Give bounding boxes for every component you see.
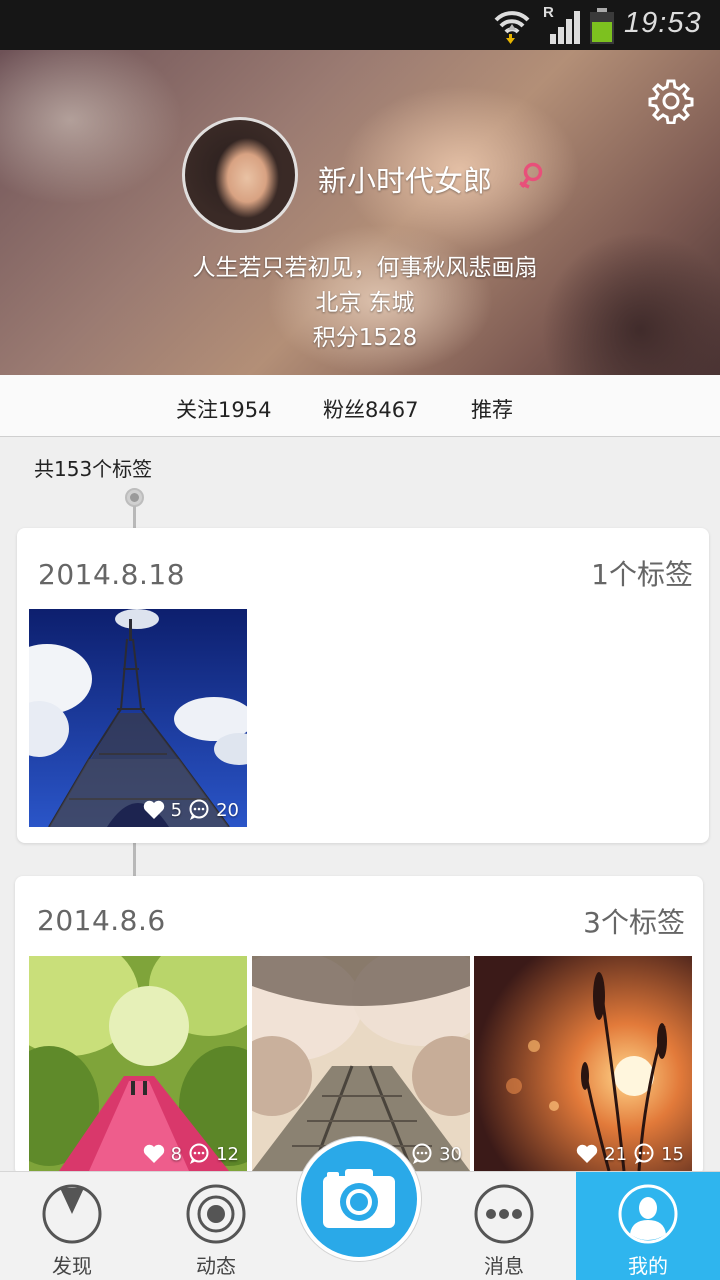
gear-icon[interactable] bbox=[648, 78, 694, 124]
profile-location: 北京 东城 bbox=[315, 290, 415, 316]
followers-link[interactable]: 粉丝8467 bbox=[323, 394, 418, 424]
user-icon bbox=[618, 1184, 678, 1244]
camera-button[interactable] bbox=[297, 1137, 421, 1261]
female-gender-icon bbox=[519, 162, 543, 189]
recommend-link[interactable]: 推荐 bbox=[471, 394, 513, 424]
following-link[interactable]: 关注1954 bbox=[176, 394, 271, 424]
card-date: 2014.8.18 bbox=[38, 558, 186, 591]
timeline-line bbox=[133, 506, 136, 528]
avatar[interactable] bbox=[182, 117, 298, 233]
sunset-grass-image bbox=[474, 956, 692, 1171]
comment-icon bbox=[189, 799, 209, 820]
photo-stats: 5 20 bbox=[143, 799, 239, 821]
wifi-icon bbox=[494, 11, 530, 44]
profile-points: 积分1528 bbox=[312, 325, 418, 351]
photo-stats: 21 15 bbox=[576, 1143, 684, 1165]
timeline-line bbox=[133, 843, 136, 876]
target-icon bbox=[186, 1184, 246, 1244]
comment-count: 12 bbox=[216, 1143, 239, 1165]
comment-icon bbox=[189, 1143, 209, 1164]
heart-icon bbox=[143, 800, 164, 819]
like-count: 8 bbox=[170, 1143, 183, 1165]
clock: 19:53 bbox=[624, 7, 702, 39]
card-tag-count: 1个标签 bbox=[591, 558, 693, 591]
status-bar: R 19:53 bbox=[0, 0, 720, 50]
camera-icon bbox=[323, 1169, 395, 1228]
nav-activity-label: 动态 bbox=[196, 1254, 236, 1278]
signal-icon bbox=[550, 11, 580, 44]
card-date: 2014.8.6 bbox=[37, 904, 166, 937]
battery-icon bbox=[590, 8, 614, 44]
nav-activity[interactable]: 动态 bbox=[144, 1172, 288, 1280]
comment-count: 30 bbox=[439, 1143, 462, 1165]
photo-stats: 8 12 bbox=[143, 1143, 239, 1165]
nav-discover[interactable]: 发现 bbox=[0, 1172, 144, 1280]
card-tag-count: 3个标签 bbox=[583, 906, 685, 939]
comment-icon bbox=[634, 1143, 654, 1164]
photo-thumbnail[interactable]: 5 20 bbox=[29, 609, 247, 827]
total-tags-label: 共153个标签 bbox=[34, 457, 153, 481]
photo-stats: 30 bbox=[411, 1143, 462, 1165]
timeline-card: 2014.8.18 1个标签 5 20 bbox=[17, 528, 709, 843]
photo-thumbnail[interactable]: 8 12 bbox=[29, 956, 247, 1171]
stats-bar: 关注1954 粉丝8467 推荐 bbox=[0, 375, 720, 437]
profile-bio: 人生若只若初见，何事秋风悲画扇 bbox=[192, 255, 538, 281]
nav-messages[interactable]: 消息 bbox=[432, 1172, 576, 1280]
comment-count: 15 bbox=[661, 1143, 684, 1165]
like-count: 5 bbox=[170, 799, 183, 821]
more-dots-icon bbox=[474, 1184, 534, 1244]
compass-icon bbox=[42, 1184, 102, 1244]
eiffel-tower-image bbox=[29, 609, 247, 827]
heart-icon bbox=[143, 1144, 164, 1163]
timeline-dot bbox=[125, 488, 144, 507]
forest-path-image bbox=[29, 956, 247, 1171]
timeline-card: 2014.8.6 3个标签 8 12 30 21 15 bbox=[15, 876, 703, 1176]
nav-discover-label: 发现 bbox=[52, 1254, 92, 1278]
heart-icon bbox=[576, 1144, 598, 1163]
nav-messages-label: 消息 bbox=[484, 1254, 524, 1278]
like-count: 21 bbox=[604, 1143, 628, 1165]
username: 新小时代女郎 bbox=[318, 164, 493, 198]
nav-me[interactable]: 我的 bbox=[576, 1172, 720, 1280]
profile-header: 新小时代女郎 人生若只若初见，何事秋风悲画扇 北京 东城 积分1528 bbox=[0, 50, 720, 375]
comment-count: 20 bbox=[216, 799, 239, 821]
photo-thumbnail[interactable]: 21 15 bbox=[474, 956, 692, 1171]
nav-me-label: 我的 bbox=[628, 1254, 668, 1278]
